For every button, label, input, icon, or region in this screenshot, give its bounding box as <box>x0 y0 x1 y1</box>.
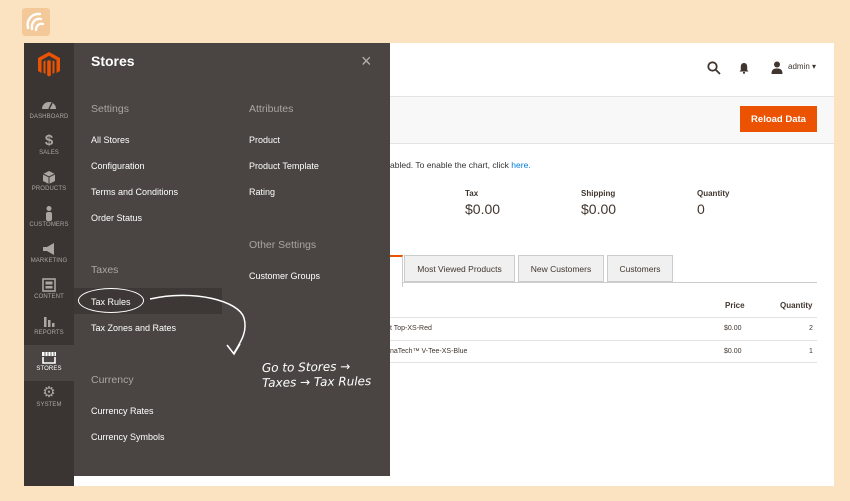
admin-sidebar: DASHBOARD $ SALES PRODUCTS CUSTOMERS MAR… <box>24 43 74 486</box>
chevron-down-icon: ▾ <box>812 62 817 71</box>
tab-new-customers[interactable]: New Customers <box>518 255 604 282</box>
store-icon <box>42 352 56 364</box>
person-icon <box>46 206 52 221</box>
sidebar-item-content[interactable]: CONTENT <box>24 273 74 309</box>
annotation-arrow <box>149 294 246 356</box>
sidebar-item-label: CONTENT <box>34 294 64 300</box>
dollar-icon: $ <box>44 132 54 149</box>
dashboard-icon <box>42 102 56 110</box>
sidebar-item-label: REPORTS <box>34 330 64 336</box>
sidebar-item-label: DASHBOARD <box>29 114 69 120</box>
cube-icon <box>42 171 56 184</box>
admin-window: DASHBOARD $ SALES PRODUCTS CUSTOMERS MAR… <box>24 43 834 486</box>
tab-most-viewed-products[interactable]: Most Viewed Products <box>404 255 515 282</box>
stores-menu-panel: Stores × Settings All Stores Configurati… <box>74 43 390 476</box>
column-header-price: Price <box>725 301 745 310</box>
stat-value-shipping: $0.00 <box>581 201 617 217</box>
search-icon[interactable] <box>707 61 721 75</box>
tab-active[interactable] <box>390 255 403 287</box>
bar-chart-icon <box>44 317 55 327</box>
cell-quantity: 1 <box>809 348 813 355</box>
stat-label-quantity: Quantity <box>697 189 730 198</box>
dashboard-content: admin ▾ Reload Data abled. To enable the… <box>390 43 834 486</box>
reload-data-button[interactable]: Reload Data <box>740 106 817 132</box>
bell-icon[interactable] <box>738 62 750 74</box>
brand-monogram-icon <box>22 8 50 36</box>
admin-user-menu[interactable]: admin ▾ <box>788 62 816 71</box>
annotation-line-2: Taxes → Tax Rules <box>262 374 372 390</box>
sidebar-item-label: CUSTOMERS <box>29 222 69 228</box>
annotation-text: Go to Stores → Taxes → Tax Rules <box>262 359 372 391</box>
sidebar-item-reports[interactable]: REPORTS <box>24 309 74 345</box>
page-actions-bar: Reload Data <box>390 96 834 144</box>
admin-username: admin <box>788 62 810 71</box>
sidebar-item-system[interactable]: ⚙ SYSTEM <box>24 381 74 417</box>
sidebar-item-customers[interactable]: CUSTOMERS <box>24 201 74 237</box>
cell-price: $0.00 <box>724 348 742 355</box>
stat-label-shipping: Shipping <box>581 189 616 198</box>
sidebar-item-label: MARKETING <box>30 258 68 264</box>
cell-product: t Top-XS-Red <box>390 325 432 332</box>
chart-disabled-note: abled. To enable the chart, click here. <box>390 160 531 170</box>
tab-customers[interactable]: Customers <box>607 255 673 282</box>
cell-price: $0.00 <box>724 325 742 332</box>
table-row[interactable]: t Top-XS-Red $0.00 2 <box>390 317 817 340</box>
user-icon[interactable] <box>771 61 783 74</box>
chart-note-text: abled. To enable the chart, click <box>390 160 512 170</box>
table-row[interactable]: naTech™ V-Tee-XS-Blue $0.00 1 <box>390 340 817 363</box>
cell-product: naTech™ V-Tee-XS-Blue <box>390 348 468 355</box>
sidebar-item-label: PRODUCTS <box>31 186 67 192</box>
sidebar-item-label: SYSTEM <box>36 402 62 408</box>
sidebar-item-stores[interactable]: STORES <box>24 345 74 381</box>
gear-icon: ⚙ <box>42 384 56 401</box>
stat-value-tax: $0.00 <box>465 201 501 217</box>
magento-logo-icon[interactable] <box>37 51 61 77</box>
sidebar-item-label: STORES <box>36 366 62 372</box>
sidebar-item-marketing[interactable]: MARKETING <box>24 237 74 273</box>
stat-label-tax: Tax <box>465 189 479 198</box>
megaphone-icon <box>43 243 54 255</box>
column-header-quantity: Quantity <box>780 301 813 310</box>
sidebar-item-dashboard[interactable]: DASHBOARD <box>24 93 74 129</box>
stat-value-quantity: 0 <box>697 201 705 217</box>
content-icon <box>42 278 56 292</box>
cell-quantity: 2 <box>809 325 813 332</box>
sidebar-item-sales[interactable]: $ SALES <box>24 129 74 165</box>
enable-chart-link[interactable]: here. <box>511 160 530 170</box>
table-bottom-border <box>390 362 817 363</box>
sidebar-item-products[interactable]: PRODUCTS <box>24 165 74 201</box>
sidebar-item-label: SALES <box>39 150 59 156</box>
